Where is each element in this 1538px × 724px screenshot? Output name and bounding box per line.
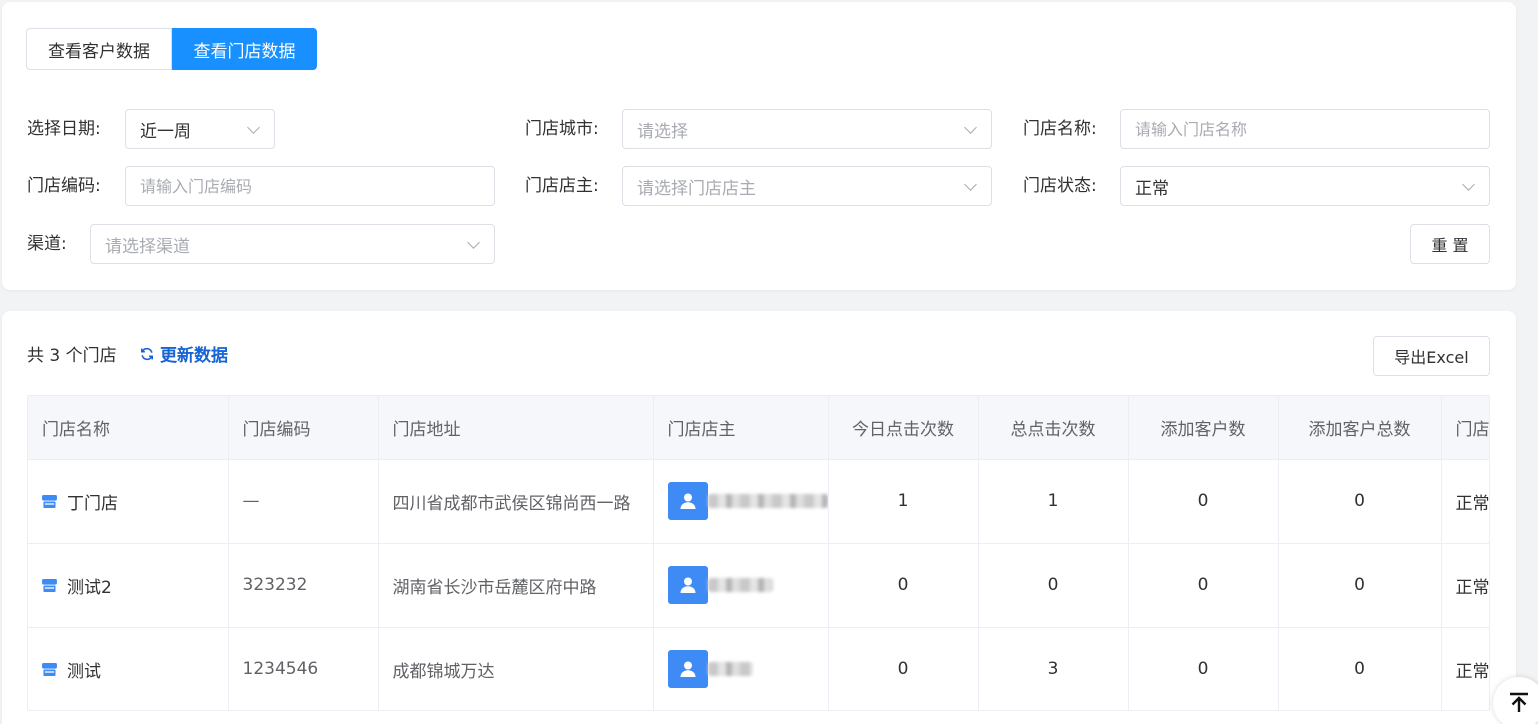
filter-panel: 查看客户数据 查看门店数据 选择日期: 近一周 门店城市: 请选择 门店名称: … bbox=[2, 2, 1516, 290]
cell-status: 正常 bbox=[1441, 459, 1489, 544]
cell-today-clicks: 0 bbox=[828, 543, 979, 628]
back-to-top-button[interactable] bbox=[1493, 677, 1538, 724]
owner-name-redacted bbox=[707, 578, 773, 592]
user-icon bbox=[667, 482, 708, 520]
reset-button[interactable]: 重 置 bbox=[1410, 224, 1490, 264]
arrow-up-to-top-icon bbox=[1510, 692, 1528, 712]
cell-owner bbox=[653, 627, 829, 710]
owner-select-placeholder: 请选择门店店主 bbox=[637, 178, 756, 199]
chevron-down-icon bbox=[247, 121, 260, 134]
owner-name-redacted bbox=[707, 494, 827, 508]
cell-total-clicks: 3 bbox=[978, 627, 1129, 710]
cell-total-clicks: 0 bbox=[978, 543, 1129, 628]
refresh-data-link[interactable]: 更新数据 bbox=[140, 341, 228, 366]
cell-status: 正常 bbox=[1441, 543, 1489, 628]
chevron-down-icon bbox=[1462, 178, 1475, 191]
cell-address: 湖南省长沙市岳麓区府中路 bbox=[378, 543, 654, 628]
col-header-owner: 门店店主 bbox=[653, 396, 829, 460]
tab-customer-data[interactable]: 查看客户数据 bbox=[26, 28, 172, 70]
store-code-field[interactable] bbox=[125, 166, 495, 206]
store-name-field[interactable] bbox=[1120, 109, 1490, 149]
export-excel-button[interactable]: 导出Excel bbox=[1373, 336, 1490, 376]
chevron-down-icon bbox=[467, 236, 480, 249]
cell-store-code: 323232 bbox=[228, 543, 379, 628]
cell-added-customers: 0 bbox=[1128, 459, 1279, 544]
cell-address: 成都锦城万达 bbox=[378, 627, 654, 710]
table-row[interactable]: 测试 1234546 成都锦城万达 0 3 0 0 正常 bbox=[28, 627, 1489, 710]
store-name-label: 门店名称: bbox=[1023, 119, 1097, 139]
channel-label: 渠道: bbox=[27, 234, 67, 254]
owner-label: 门店店主: bbox=[525, 176, 599, 196]
store-name-text: 测试 bbox=[67, 661, 101, 682]
cell-store-code: 1234546 bbox=[228, 627, 379, 710]
store-table-panel: 共 3 个门店 更新数据 导出Excel 门店名称 门店编码 门店地址 门店店主… bbox=[2, 311, 1516, 724]
refresh-data-label: 更新数据 bbox=[160, 346, 228, 366]
status-label: 门店状态: bbox=[1023, 176, 1097, 196]
store-icon bbox=[42, 662, 57, 676]
cell-added-customers-total: 0 bbox=[1278, 459, 1442, 544]
status-select-value: 正常 bbox=[1135, 178, 1169, 199]
store-count: 共 3 个门店 bbox=[27, 346, 117, 366]
city-select[interactable]: 请选择 bbox=[622, 109, 992, 149]
cell-status: 正常 bbox=[1441, 627, 1489, 710]
user-icon bbox=[667, 566, 708, 604]
col-header-today-clicks: 今日点击次数 bbox=[828, 396, 979, 460]
cell-store-code: — bbox=[228, 459, 379, 544]
store-code-label: 门店编码: bbox=[27, 176, 101, 196]
col-header-added-customers-total: 添加客户总数 bbox=[1278, 396, 1442, 460]
city-label: 门店城市: bbox=[525, 119, 599, 139]
cell-store-name: 测试 bbox=[28, 627, 229, 710]
cell-owner bbox=[653, 459, 829, 544]
status-select[interactable]: 正常 bbox=[1120, 166, 1490, 206]
channel-select[interactable]: 请选择渠道 bbox=[90, 224, 495, 264]
table-row[interactable]: 丁门店 — 四川省成都市武侯区锦尚西一路 1 1 0 0 正常 bbox=[28, 459, 1489, 544]
store-name: 丁门店 bbox=[42, 489, 227, 514]
col-header-address: 门店地址 bbox=[378, 396, 654, 460]
date-select[interactable]: 近一周 bbox=[125, 109, 275, 149]
chevron-down-icon bbox=[964, 121, 977, 134]
channel-select-placeholder: 请选择渠道 bbox=[105, 236, 190, 257]
table-row[interactable]: 测试2 323232 湖南省长沙市岳麓区府中路 0 0 0 0 正常 bbox=[28, 543, 1489, 628]
store-code-input[interactable] bbox=[140, 176, 480, 196]
cell-added-customers-total: 0 bbox=[1278, 543, 1442, 628]
cell-address: 四川省成都市武侯区锦尚西一路 bbox=[378, 459, 654, 544]
store-name-text: 测试2 bbox=[67, 577, 112, 598]
col-header-store-code: 门店编码 bbox=[228, 396, 379, 460]
view-tabs: 查看客户数据 查看门店数据 bbox=[26, 28, 317, 71]
refresh-icon bbox=[140, 347, 154, 360]
cell-owner bbox=[653, 543, 829, 628]
col-header-added-customers: 添加客户数 bbox=[1128, 396, 1279, 460]
owner-info bbox=[667, 650, 828, 688]
store-icon bbox=[42, 494, 57, 508]
cell-added-customers: 0 bbox=[1128, 543, 1279, 628]
cell-today-clicks: 1 bbox=[828, 459, 979, 544]
date-label: 选择日期: bbox=[27, 119, 101, 139]
date-select-value: 近一周 bbox=[140, 121, 191, 142]
cell-today-clicks: 0 bbox=[828, 627, 979, 710]
store-name-text: 丁门店 bbox=[67, 493, 118, 514]
col-header-store-name: 门店名称 bbox=[28, 396, 229, 460]
table-header-row: 门店名称 门店编码 门店地址 门店店主 今日点击次数 总点击次数 添加客户数 添… bbox=[28, 396, 1489, 460]
owner-info bbox=[667, 482, 827, 520]
tab-store-data[interactable]: 查看门店数据 bbox=[172, 28, 317, 70]
store-name-input[interactable] bbox=[1135, 119, 1475, 139]
col-header-status: 门店状态 bbox=[1441, 396, 1489, 460]
cell-added-customers-total: 0 bbox=[1278, 627, 1442, 710]
store-icon bbox=[42, 578, 57, 592]
store-name: 测试2 bbox=[42, 573, 227, 598]
cell-added-customers: 0 bbox=[1128, 627, 1279, 710]
store-table: 门店名称 门店编码 门店地址 门店店主 今日点击次数 总点击次数 添加客户数 添… bbox=[27, 395, 1490, 711]
owner-info bbox=[667, 566, 828, 604]
cell-total-clicks: 1 bbox=[978, 459, 1129, 544]
chevron-down-icon bbox=[964, 178, 977, 191]
cell-store-name: 测试2 bbox=[28, 543, 229, 628]
cell-store-name: 丁门店 bbox=[28, 459, 229, 544]
owner-select[interactable]: 请选择门店店主 bbox=[622, 166, 992, 206]
store-name: 测试 bbox=[42, 657, 227, 682]
owner-name-redacted bbox=[707, 662, 753, 676]
city-select-placeholder: 请选择 bbox=[637, 121, 688, 142]
user-icon bbox=[667, 650, 708, 688]
col-header-total-clicks: 总点击次数 bbox=[978, 396, 1129, 460]
